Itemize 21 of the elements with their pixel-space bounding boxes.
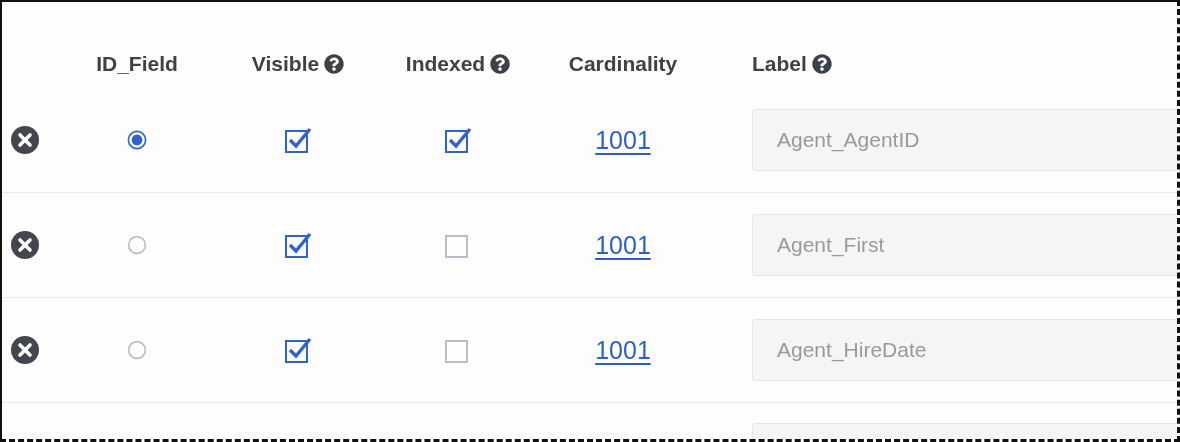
checkbox[interactable] <box>284 337 312 363</box>
remove-icon[interactable] <box>11 231 39 259</box>
help-icon[interactable] <box>324 54 345 74</box>
checkbox[interactable] <box>284 232 312 258</box>
column-header: Visible <box>251 52 320 76</box>
cardinality-link[interactable]: 1001 <box>595 125 651 155</box>
help-icon[interactable] <box>811 54 832 74</box>
remove-icon[interactable] <box>11 126 39 154</box>
remove-icon[interactable] <box>11 336 39 364</box>
checkbox[interactable] <box>284 127 312 153</box>
column-header: Indexed <box>405 52 486 76</box>
column-header: ID_Field <box>96 52 178 76</box>
checkbox[interactable] <box>444 127 472 153</box>
cardinality-link[interactable]: 1001 <box>595 335 651 365</box>
column-header: Label <box>752 52 807 76</box>
radio-button[interactable] <box>127 130 147 150</box>
radio-button[interactable] <box>127 235 147 255</box>
column-header: Cardinality <box>568 52 678 76</box>
help-icon[interactable] <box>490 54 511 74</box>
cardinality-link[interactable]: 1001 <box>595 230 651 260</box>
radio-button[interactable] <box>127 340 147 360</box>
